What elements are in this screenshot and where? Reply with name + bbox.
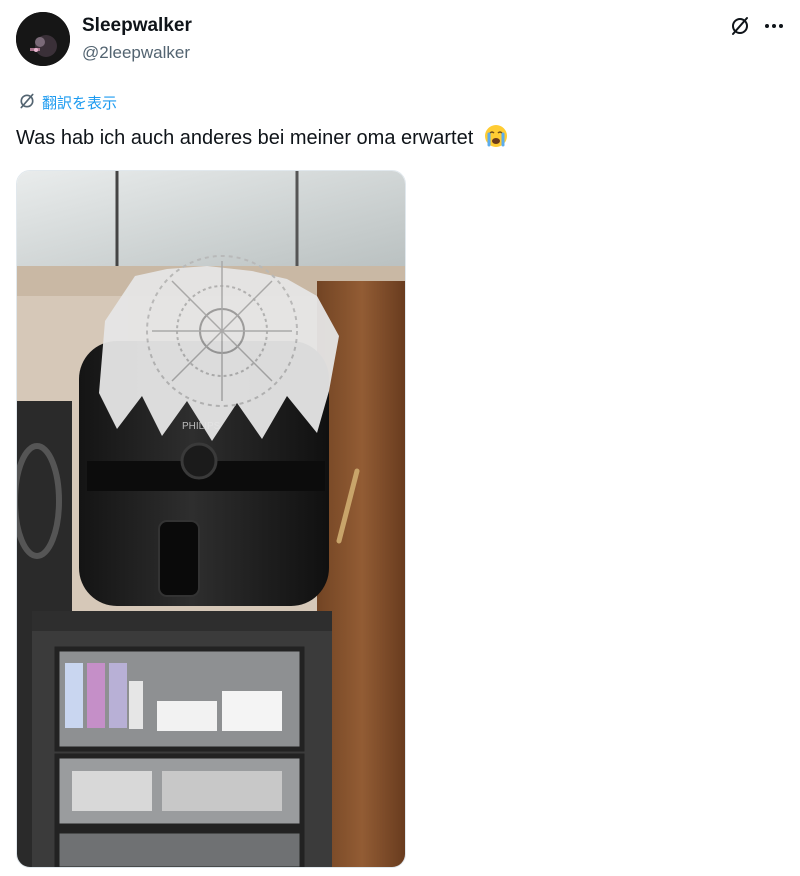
slash-circle-icon[interactable] [728, 14, 752, 38]
slash-circle-icon [18, 92, 36, 116]
tweet-text-body: Was hab ich auch anderes bei meiner oma … [16, 127, 474, 149]
show-translation-label: 翻訳を表示 [42, 95, 118, 112]
avatar[interactable] [16, 12, 70, 66]
more-dots-icon[interactable] [762, 14, 786, 38]
air-fryer-photo: PHILIPS [17, 171, 405, 867]
user-handle[interactable]: @2leepwalker [82, 42, 190, 64]
avatar-photo [16, 12, 70, 66]
header-actions [728, 14, 786, 38]
tweet-photo[interactable]: PHILIPS [16, 170, 406, 868]
tweet-text: Was hab ich auch anderes bei meiner oma … [16, 123, 509, 153]
display-name[interactable]: Sleepwalker [82, 14, 192, 38]
show-translation-link[interactable]: 翻訳を表示 [18, 92, 117, 116]
loudly-crying-face-emoji [483, 123, 509, 149]
